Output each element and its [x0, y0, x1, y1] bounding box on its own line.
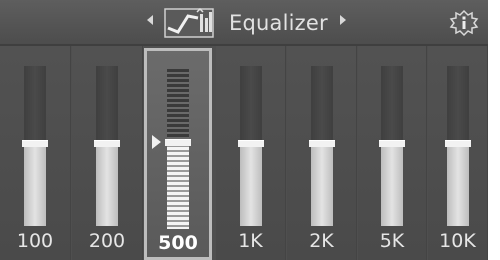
eq-band-200[interactable]: 200 — [72, 46, 143, 260]
eq-band-10k[interactable]: 10K — [428, 46, 488, 260]
eq-band-100[interactable]: 100 — [0, 46, 71, 260]
slider-thumb[interactable] — [379, 140, 405, 147]
band-label: 500 — [158, 232, 198, 254]
slider-level-fill — [167, 142, 189, 229]
slider-thumb[interactable] — [444, 140, 471, 147]
slider-level-fill — [381, 143, 403, 226]
equalizer-graph-icon — [164, 8, 214, 38]
slider-thumb[interactable] — [237, 140, 264, 147]
eq-band-500[interactable]: 500 — [144, 48, 212, 260]
band-label: 2K — [309, 230, 334, 252]
slider-thumb[interactable] — [94, 140, 120, 147]
title-bar: Equalizer — [0, 0, 488, 46]
selected-pointer-icon — [152, 135, 161, 149]
slider-level-fill — [239, 143, 262, 226]
slider-track[interactable] — [308, 66, 335, 226]
slider-track[interactable] — [379, 66, 405, 226]
equalizer-panel: Equalizer 100 200 500 1K 2K 5K 10K — [0, 0, 488, 260]
eq-band-1k[interactable]: 1K — [216, 46, 286, 260]
band-label: 200 — [88, 230, 126, 252]
slider-thumb[interactable] — [165, 139, 191, 146]
slider-level-fill — [446, 143, 469, 226]
slider-track[interactable] — [152, 69, 191, 229]
band-label: 5K — [379, 230, 405, 252]
page-title: Equalizer — [229, 11, 328, 35]
slider-level-fill — [310, 143, 333, 226]
slider-track[interactable] — [444, 66, 471, 226]
band-label: 1K — [238, 230, 263, 252]
eq-band-5k[interactable]: 5K — [358, 46, 427, 260]
slider-level-fill — [96, 143, 118, 226]
slider-thumb[interactable] — [308, 140, 335, 147]
chevron-right-icon[interactable] — [340, 15, 346, 25]
info-icon[interactable] — [448, 9, 480, 37]
band-label: 10K — [439, 230, 476, 252]
chevron-left-icon[interactable] — [147, 15, 153, 25]
band-label: 100 — [16, 230, 54, 252]
slider-level-fill — [24, 143, 46, 226]
slider-thumb[interactable] — [22, 140, 48, 147]
slider-track[interactable] — [94, 66, 120, 226]
eq-band-2k[interactable]: 2K — [287, 46, 357, 260]
band-sliders: 100 200 500 1K 2K 5K 10K — [0, 46, 488, 260]
slider-track[interactable] — [22, 66, 48, 226]
slider-track[interactable] — [237, 66, 264, 226]
slider-ticks — [167, 69, 189, 229]
